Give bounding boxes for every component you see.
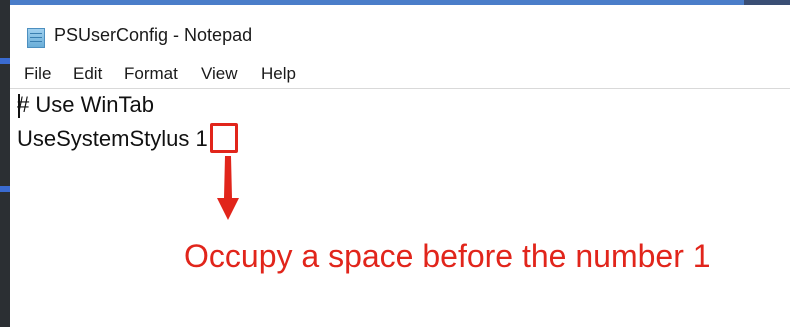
window-top-border-dark (744, 0, 790, 5)
menu-help[interactable]: Help (261, 64, 296, 84)
title-bar[interactable]: PSUserConfig - Notepad (10, 6, 790, 58)
menu-bar: File Edit Format View Help (10, 60, 790, 88)
notepad-window: PSUserConfig - Notepad File Edit Format … (10, 0, 790, 327)
text-editor[interactable]: # Use WinTab UseSystemStylus 1 Occupy a … (10, 88, 790, 327)
desktop-edge (0, 0, 10, 327)
desktop-marker (0, 186, 10, 192)
annotation-text: Occupy a space before the number 1 (184, 238, 711, 274)
notepad-icon (27, 28, 45, 48)
editor-border (10, 88, 790, 89)
window-top-border (10, 0, 790, 5)
editor-line-setting: UseSystemStylus 1 (17, 126, 208, 151)
menu-view[interactable]: View (201, 64, 238, 84)
menu-edit[interactable]: Edit (73, 64, 102, 84)
desktop-marker (0, 58, 10, 64)
value-highlight-box (210, 123, 238, 153)
menu-format[interactable]: Format (124, 64, 178, 84)
editor-line-comment: # Use WinTab (17, 92, 154, 117)
window-title: PSUserConfig - Notepad (54, 25, 253, 45)
menu-file[interactable]: File (24, 64, 51, 84)
arrow-down-icon (217, 156, 239, 220)
